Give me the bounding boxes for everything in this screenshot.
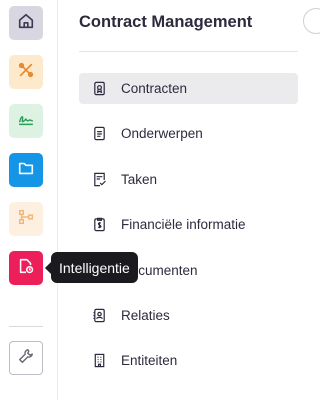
address-book-icon <box>91 307 107 323</box>
signature-icon <box>17 110 35 133</box>
building-icon <box>91 353 107 369</box>
nav-list: Contracten Onderwerpen Taken Financiële … <box>79 73 298 391</box>
workflow-icon <box>17 208 35 231</box>
panel-title: Contract Management <box>79 13 253 31</box>
collapse-panel-button[interactable] <box>303 8 320 34</box>
tools-icon <box>17 61 35 84</box>
rail-divider <box>9 326 43 327</box>
task-check-icon <box>91 171 107 187</box>
nav-item-label: Onderwerpen <box>121 126 203 142</box>
panel-divider <box>79 51 298 52</box>
nav-item-label: Financiële informatie <box>121 217 246 233</box>
rail-tooltip: Intelligentie <box>45 252 138 283</box>
nav-item-label: Taken <box>121 171 158 187</box>
rail-tools-button[interactable] <box>9 55 43 89</box>
document-lines-icon <box>91 126 107 142</box>
nav-item-label: Entiteiten <box>121 353 178 369</box>
document-clock-icon <box>17 257 35 280</box>
nav-item-label: Contracten <box>121 81 188 96</box>
nav-item-label: Relaties <box>121 307 170 323</box>
rail-intelligence-button[interactable] <box>9 251 43 285</box>
contract-icon <box>91 81 107 97</box>
nav-item-onderwerpen[interactable]: Onderwerpen <box>79 118 298 149</box>
nav-item-entiteiten[interactable]: Entiteiten <box>79 345 298 376</box>
finance-document-icon <box>91 217 107 233</box>
rail-workflow-button[interactable] <box>9 202 43 236</box>
nav-item-taken[interactable]: Taken <box>79 164 298 195</box>
nav-item-contracten[interactable]: Contracten <box>79 73 298 104</box>
icon-rail <box>0 0 58 400</box>
rail-signature-button[interactable] <box>9 104 43 138</box>
wrench-icon <box>17 347 35 370</box>
rail-home-button[interactable] <box>9 6 43 40</box>
nav-item-relaties[interactable]: Relaties <box>79 300 298 331</box>
nav-item-financiele-informatie[interactable]: Financiële informatie <box>79 209 298 240</box>
settings-button[interactable] <box>9 341 43 375</box>
home-icon <box>17 12 35 35</box>
rail-folder-button[interactable] <box>9 153 43 187</box>
navigation-panel: Contract Management Contracten Onderwerp… <box>59 0 320 400</box>
folder-icon <box>17 159 35 182</box>
